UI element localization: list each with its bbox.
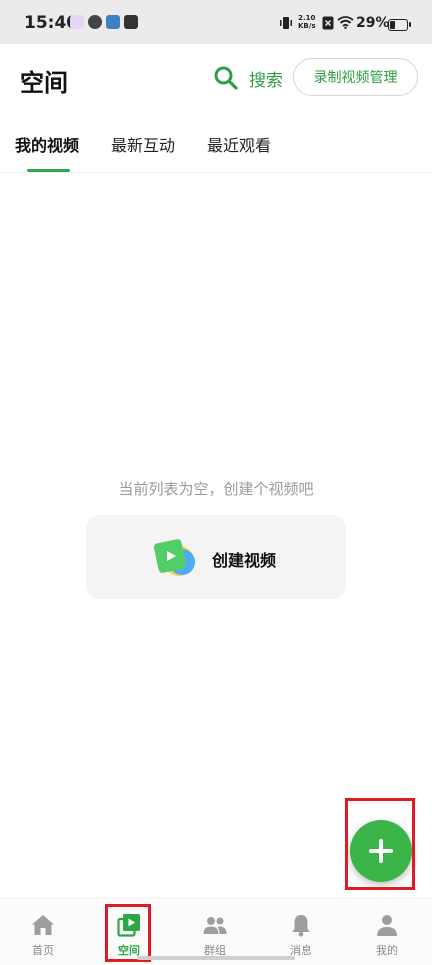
create-video-button[interactable]: 创建视频: [86, 515, 346, 599]
search-icon[interactable]: [212, 64, 240, 92]
create-video-label: 创建视频: [212, 551, 277, 570]
home-indicator: [137, 956, 295, 960]
no-sim-icon: [322, 16, 334, 30]
nav-me[interactable]: 我的: [344, 899, 430, 965]
wifi-icon: [337, 16, 354, 29]
battery-tip: [409, 22, 411, 27]
app-header: 空间 搜索 录制视频管理: [0, 44, 432, 114]
nav-me-label: 我的: [376, 944, 398, 957]
tab-my-videos[interactable]: 我的视频: [15, 132, 79, 156]
video-create-icon: [153, 539, 195, 576]
tab-bar: 我的视频 最新互动 最近观看: [0, 118, 432, 173]
battery-icon: [388, 19, 408, 31]
nav-home-label: 首页: [32, 944, 54, 957]
bottom-nav: 首页 空间 群组 消息 我的: [0, 898, 432, 965]
vibrate-icon: [280, 17, 292, 29]
home-icon: [32, 915, 54, 935]
fab-highlight-box: [345, 798, 415, 890]
bell-icon: [292, 915, 310, 937]
battery-percent: 29%: [356, 15, 390, 31]
notification-app-icon: [124, 15, 138, 29]
record-video-manage-button[interactable]: 录制视频管理: [293, 58, 418, 96]
page-title: 空间: [20, 69, 68, 97]
nav-home[interactable]: 首页: [0, 899, 86, 965]
tab-latest-interactions[interactable]: 最新互动: [111, 132, 175, 156]
notification-app-icon: [88, 15, 102, 29]
status-bar: 15:40 2.10 KB/s 29%: [0, 0, 432, 44]
notification-app-icon: [106, 15, 120, 29]
empty-list-message: 当前列表为空，创建个视频吧: [118, 480, 314, 498]
tab-indicator: [27, 169, 70, 172]
search-button[interactable]: 搜索: [249, 66, 283, 91]
person-icon: [377, 915, 397, 936]
notification-app-icon: [70, 15, 84, 29]
nav-space-highlight-box: [105, 904, 151, 962]
network-speed: 2.10 KB/s: [298, 14, 316, 30]
group-icon: [203, 917, 227, 934]
tab-recently-watched[interactable]: 最近观看: [207, 132, 271, 156]
